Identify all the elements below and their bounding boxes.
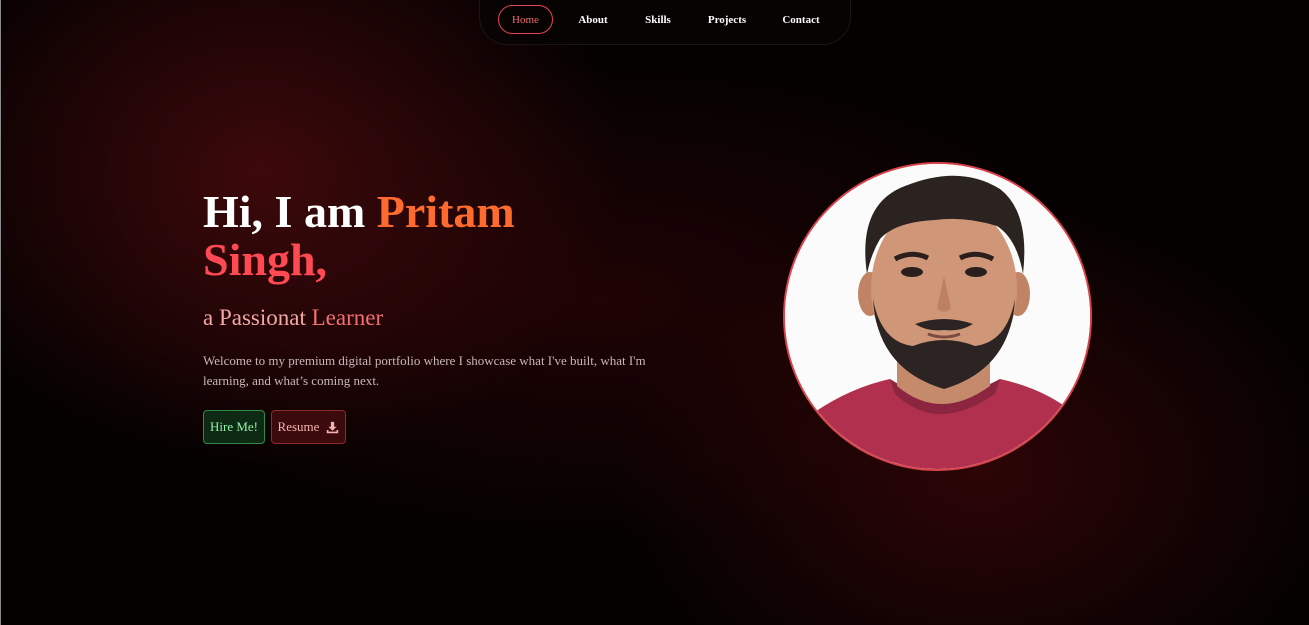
profile-illustration bbox=[785, 164, 1090, 469]
resume-button[interactable]: Resume bbox=[271, 410, 346, 444]
window-edge bbox=[0, 0, 1, 625]
hire-me-label: Hire Me! bbox=[209, 419, 258, 434]
hero-subtitle: a Passionat Learner bbox=[203, 305, 383, 331]
subtitle-accent: Learner bbox=[311, 305, 384, 330]
profile-photo bbox=[783, 162, 1092, 471]
top-nav: Home About Skills Projects Contact bbox=[479, 0, 851, 45]
nav-contact[interactable]: Contact bbox=[777, 5, 825, 34]
nav-home[interactable]: Home bbox=[498, 5, 553, 34]
hero-first-name: Pritam bbox=[376, 186, 515, 237]
download-icon bbox=[327, 421, 339, 433]
resume-label: Resume bbox=[277, 419, 320, 434]
hire-me-button[interactable]: Hire Me! bbox=[203, 410, 265, 444]
hero-title: Hi, I am Pritam Singh, bbox=[203, 188, 583, 284]
nav-skills[interactable]: Skills bbox=[639, 5, 677, 34]
nav-projects[interactable]: Projects bbox=[702, 5, 752, 34]
portfolio-page: Home About Skills Projects Contact Hi, I… bbox=[0, 0, 1309, 625]
subtitle-prefix: a Passionat bbox=[203, 305, 312, 330]
nav-about[interactable]: About bbox=[572, 5, 614, 34]
hero-description: Welcome to my premium digital portfolio … bbox=[203, 353, 646, 388]
hero-greeting: Hi, I am bbox=[203, 186, 377, 237]
hero-last-name: Singh, bbox=[203, 234, 328, 285]
